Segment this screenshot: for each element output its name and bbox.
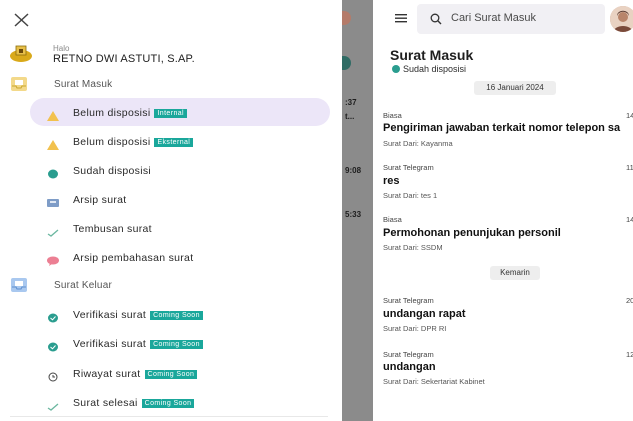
letter-type: Surat Telegram [383,163,434,172]
menu-item-label: Riwayat surat Coming Soon [73,368,198,380]
menu-item-label: Tembusan surat [73,223,152,235]
hamburger-icon [395,14,407,23]
verified-icon [47,339,59,352]
menu-item-label: Verifikasi surat Coming Soon [73,338,203,350]
menu-item-belum-disposisi-eksternal[interactable]: Belum disposisi Eksternal [0,128,342,156]
letter-sender: Surat Dari: tes 1 [383,191,438,200]
menu-item-label: Arsip surat [73,194,127,206]
letter-subject: res [383,175,400,187]
menu-item-verifikasi-surat-2[interactable]: Verifikasi surat Coming Soon [0,330,342,358]
warning-triangle-icon [47,137,59,150]
menu-item-verifikasi-surat-1[interactable]: Verifikasi surat Coming Soon [0,301,342,329]
section-surat-masuk[interactable]: Surat Masuk [0,71,342,99]
check-circle-icon [392,65,400,73]
menu-item-label: Arsip pembahasan surat [73,252,194,264]
menu-item-label: Belum disposisi Internal [73,107,188,119]
internal-badge: Internal [154,109,188,118]
letter-time: 11 [626,163,633,172]
letter-sender: Surat Dari: SSDM [383,243,443,252]
coming-soon-badge: Coming Soon [150,311,203,320]
menu-item-belum-disposisi-internal[interactable]: Belum disposisi Internal [0,98,342,127]
coming-soon-badge: Coming Soon [144,370,198,379]
chat-bubble-icon [47,253,59,266]
section-label: Surat Keluar [54,280,112,291]
outbox-icon [10,277,28,293]
status-label: Sudah disposisi [403,64,467,74]
inbox-icon [10,76,28,92]
letter-time: 12 [626,350,633,359]
close-icon [14,13,29,27]
search-icon [430,12,442,25]
eksternal-badge: Eksternal [154,138,194,147]
menu-item-label: Sudah disposisi [73,165,152,177]
avatar[interactable] [610,6,633,32]
navigation-drawer: Halo RETNO DWI ASTUTI, S.AP. Surat Masuk… [0,0,342,421]
letter-time: 14 [626,111,633,120]
menu-item-tembusan-surat[interactable]: Tembusan surat [0,215,342,243]
date-header: 16 Januari 2024 [474,81,556,95]
archive-icon [47,195,59,207]
divider [10,416,328,417]
letter-time: 20 [626,296,633,305]
letter-subject: undangan rapat [383,308,466,320]
verified-icon [47,310,59,323]
menu-item-label: Verifikasi surat Coming Soon [73,309,203,321]
letter-sender: Surat Dari: DPR RI [383,324,447,333]
institution-logo [9,43,33,63]
checkmark-icon [47,224,59,237]
warning-triangle-icon [47,108,59,121]
letter-sender: Surat Dari: Sekertariat Kabinet [383,377,485,386]
check-circle-icon [47,166,59,179]
background-text: t... [345,112,355,121]
search-placeholder[interactable]: Cari Surat Masuk [451,12,536,24]
menu-item-surat-selesai[interactable]: Surat selesai Coming Soon [0,389,342,417]
letter-type: Biasa [383,111,402,120]
date-header: Kemarin [490,266,540,280]
coming-soon-badge: Coming Soon [150,340,203,349]
background-time: 9:08 [345,166,362,175]
background-time: 5:33 [345,210,362,219]
letter-subject: Pengiriman jawaban terkait nomor telepon… [383,122,621,134]
letter-subject: Permohonan penunjukan personil [383,227,561,239]
section-label: Surat Masuk [54,79,113,90]
menu-item-arsip-pembahasan-surat[interactable]: Arsip pembahasan surat [0,244,342,272]
letter-time: 14 [626,215,633,224]
coming-soon-badge: Coming Soon [141,399,195,408]
history-icon [47,369,59,382]
page-title: Surat Masuk [390,47,474,63]
checkmark-icon [47,398,59,411]
user-name: RETNO DWI ASTUTI, S.AP. [53,53,195,65]
menu-button[interactable] [394,11,408,25]
background-time: :37 [345,98,357,107]
section-surat-keluar[interactable]: Surat Keluar [0,272,342,300]
menu-item-label: Belum disposisi Eksternal [73,136,194,148]
menu-item-sudah-disposisi[interactable]: Sudah disposisi [0,157,342,185]
menu-item-label: Surat selesai Coming Soon [73,397,195,409]
letter-type: Biasa [383,215,402,224]
close-drawer-button[interactable] [10,8,34,32]
letter-type: Surat Telegram [383,296,434,305]
letter-subject: undangan [383,361,436,373]
letter-sender: Surat Dari: Kayanma [383,139,453,148]
letter-type: Surat Telegram [383,350,434,359]
greeting-label: Halo [53,44,70,53]
menu-item-riwayat-surat[interactable]: Riwayat surat Coming Soon [0,360,342,388]
menu-item-arsip-surat[interactable]: Arsip surat [0,186,342,214]
